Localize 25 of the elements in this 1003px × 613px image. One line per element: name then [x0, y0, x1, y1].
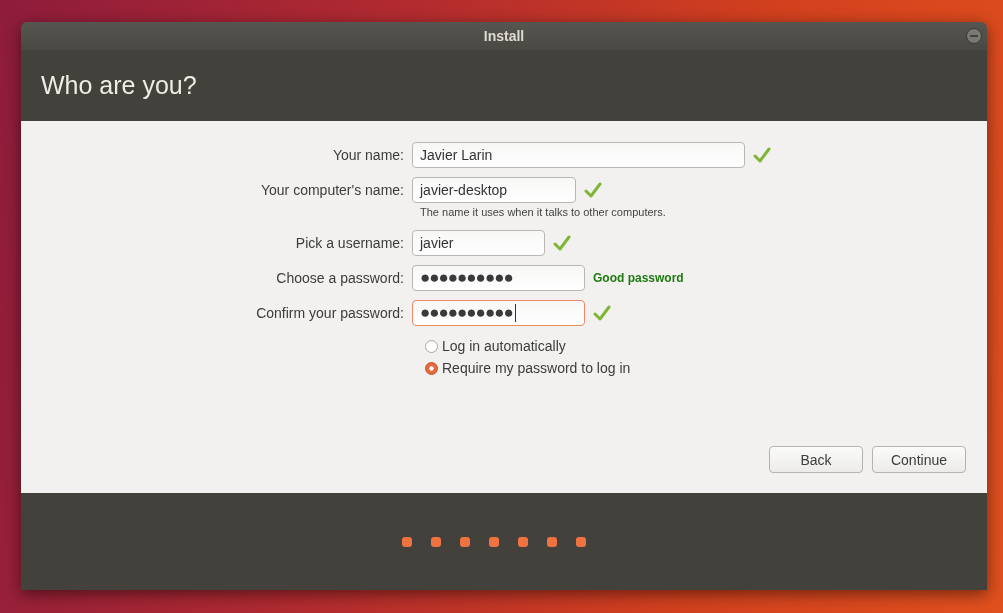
checkmark-icon — [593, 304, 611, 322]
text-field[interactable]: javier-desktop — [412, 177, 576, 203]
text-field[interactable]: Javier Larin — [412, 142, 745, 168]
password-field[interactable]: ●●●●●●●●●● — [412, 300, 585, 326]
field-label: Your name: — [331, 147, 405, 163]
field-label: Confirm your password: — [255, 305, 405, 321]
password-strength: Good password — [593, 271, 684, 285]
page-title: Who are you? — [41, 71, 197, 100]
text-field[interactable]: javier — [412, 230, 545, 256]
password-field[interactable]: ●●●●●●●●●● — [412, 265, 585, 291]
field-label: Your computer's name: — [260, 182, 405, 198]
field-hint: The name it uses when it talks to other computers. — [420, 205, 667, 220]
minimize-icon[interactable] — [966, 28, 982, 44]
radio-button[interactable] — [425, 361, 438, 375]
checkmark-icon — [553, 234, 571, 252]
field-label: Choose a password: — [275, 270, 405, 286]
radio-button[interactable] — [425, 339, 438, 353]
radio-label[interactable]: Log in automatically — [442, 338, 566, 354]
window-title: Install — [483, 28, 525, 44]
radio-label[interactable]: Require my password to log in — [442, 360, 631, 376]
checkmark-icon — [584, 181, 602, 199]
back-button[interactable]: Back — [769, 446, 863, 473]
continue-button[interactable]: Continue — [872, 446, 966, 473]
field-label: Pick a username: — [294, 235, 405, 251]
checkmark-icon — [753, 146, 771, 164]
